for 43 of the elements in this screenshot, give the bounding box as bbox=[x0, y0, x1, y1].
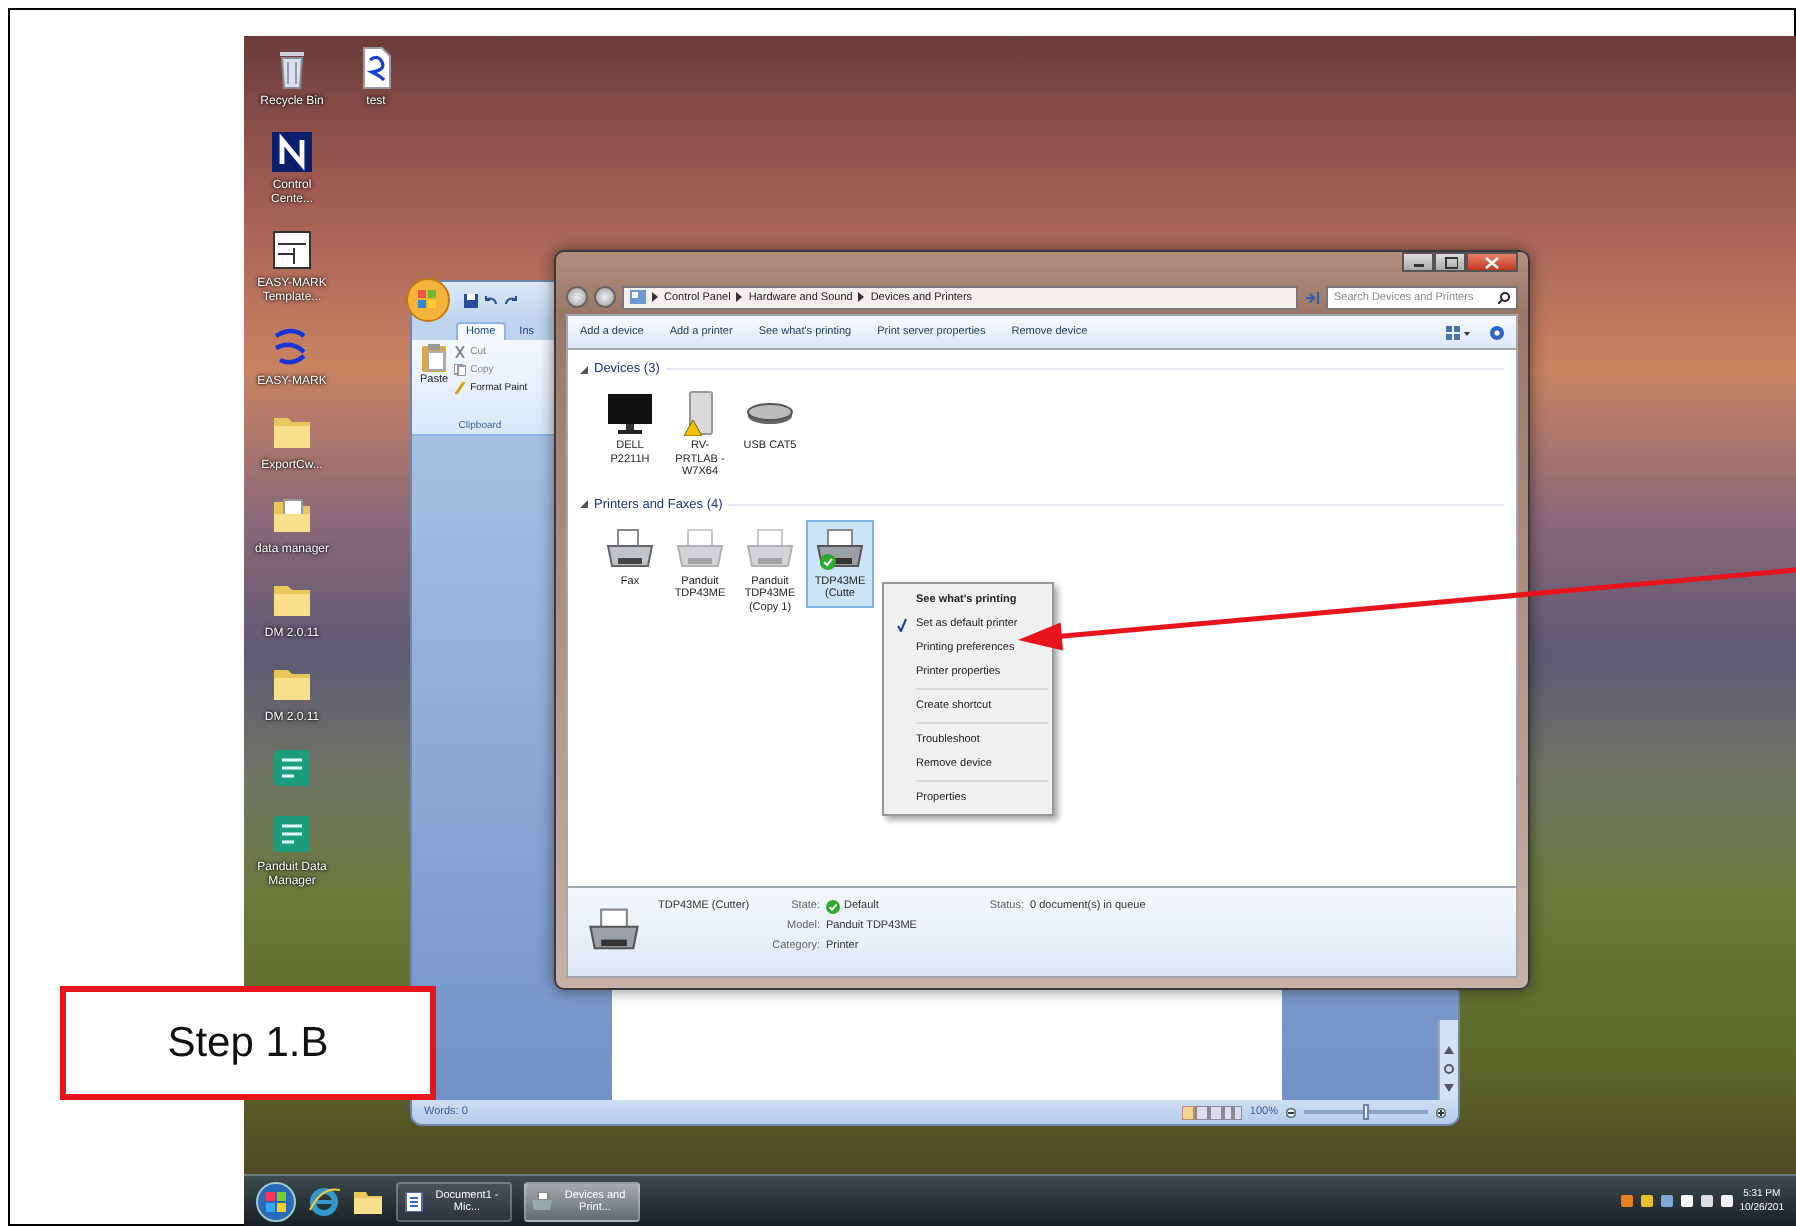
start-button-icon[interactable] bbox=[256, 1181, 296, 1221]
view-options-icon[interactable] bbox=[1446, 325, 1470, 339]
printer-icon bbox=[532, 1191, 552, 1211]
arrow-up-icon bbox=[1444, 1046, 1454, 1054]
scrollbar[interactable] bbox=[1438, 1020, 1458, 1100]
step-callout: Step 1.B bbox=[60, 986, 436, 1100]
forward-button[interactable] bbox=[594, 286, 616, 308]
help-icon[interactable] bbox=[1490, 325, 1504, 339]
app-icon bbox=[268, 128, 316, 176]
fax-icon bbox=[602, 525, 658, 571]
chevron-icon bbox=[858, 292, 865, 302]
clipboard-icon bbox=[422, 344, 447, 372]
copy-icon bbox=[454, 364, 467, 376]
app-icon[interactable] bbox=[1619, 1194, 1634, 1208]
undo-icon[interactable] bbox=[484, 293, 498, 307]
app-icon bbox=[268, 810, 316, 858]
scissors-icon bbox=[454, 346, 467, 358]
maximize-button[interactable] bbox=[1434, 252, 1466, 272]
zoom-in-icon[interactable] bbox=[1436, 1107, 1446, 1117]
redo-icon[interactable] bbox=[504, 293, 518, 307]
browser-icon[interactable] bbox=[308, 1185, 340, 1217]
maximize-icon bbox=[1442, 255, 1458, 269]
slider-thumb[interactable] bbox=[1363, 1104, 1369, 1120]
paintbrush-icon bbox=[454, 382, 467, 394]
app-icon bbox=[268, 744, 316, 792]
check-icon bbox=[826, 899, 840, 913]
search-icon bbox=[1498, 291, 1510, 303]
collapse-arrow-icon[interactable] bbox=[580, 365, 588, 373]
circle-icon bbox=[1444, 1064, 1454, 1074]
arrow-down-icon bbox=[1444, 1084, 1454, 1092]
template-icon bbox=[268, 226, 316, 274]
control-panel-icon bbox=[630, 290, 646, 304]
save-icon[interactable] bbox=[464, 293, 478, 307]
collapse-arrow-icon[interactable] bbox=[580, 500, 588, 508]
back-button[interactable] bbox=[566, 286, 588, 308]
document-icon bbox=[404, 1191, 424, 1211]
chevron-icon bbox=[652, 292, 658, 302]
view-buttons-icon[interactable] bbox=[1181, 1105, 1242, 1119]
zoom-out-icon[interactable] bbox=[1286, 1107, 1296, 1117]
minimize-button[interactable] bbox=[1402, 252, 1434, 272]
close-button[interactable] bbox=[1466, 252, 1518, 272]
close-icon bbox=[1484, 255, 1500, 269]
chevron-icon bbox=[736, 292, 743, 302]
